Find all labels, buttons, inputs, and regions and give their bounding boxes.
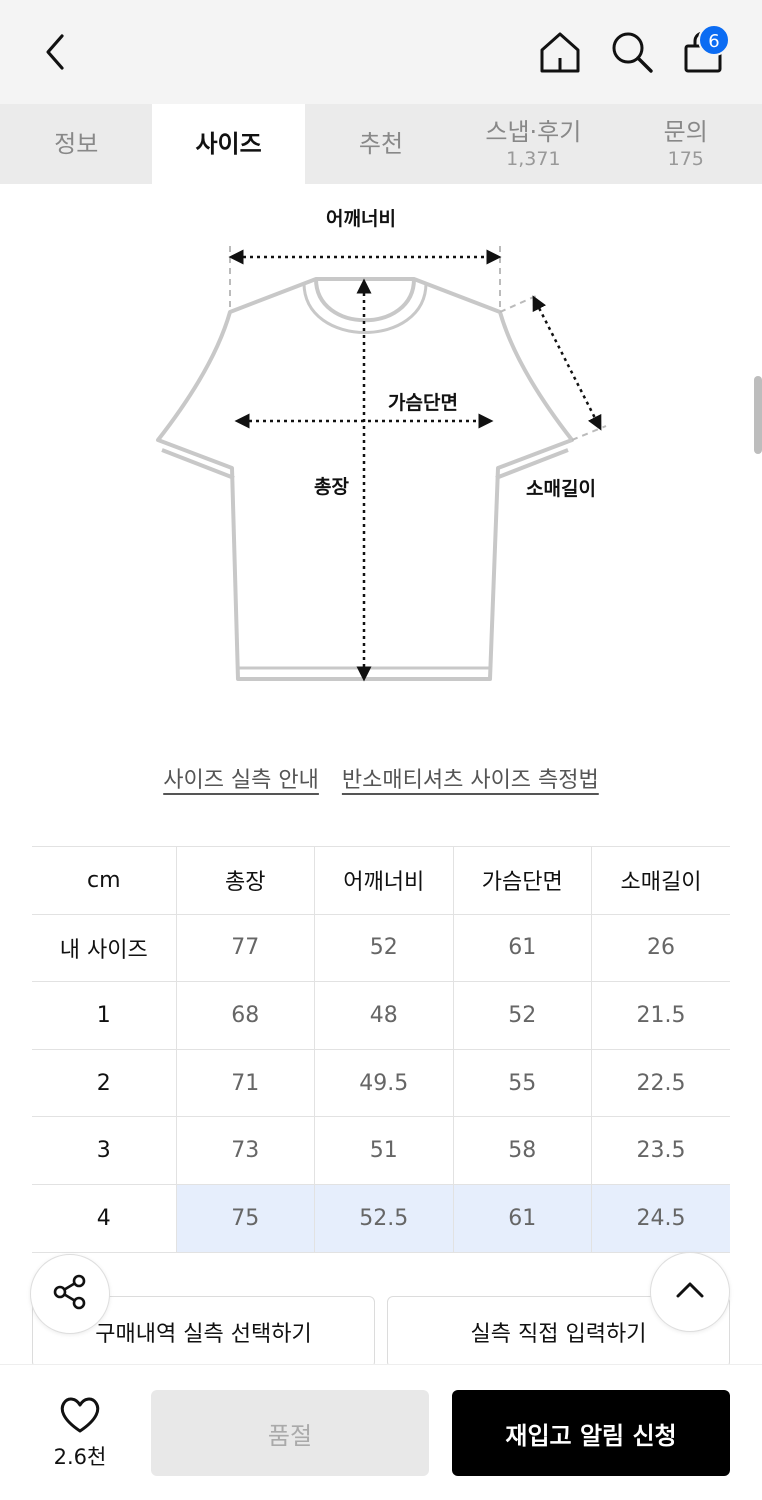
shoulder-width-label: 어깨너비 [326, 208, 396, 230]
tshirt-diagram-graphic [156, 246, 607, 682]
chevron-up-icon [672, 1272, 708, 1312]
table-cell: 49.5 [314, 1048, 453, 1117]
scrollbar-thumb[interactable] [754, 376, 762, 454]
tab-label: 사이즈 [195, 130, 262, 158]
heart-icon [58, 1397, 102, 1439]
cart-count-badge: 6 [698, 24, 730, 56]
table-cell: 22.5 [591, 1048, 730, 1117]
tab-info[interactable]: 정보 [0, 104, 152, 184]
share-icon [50, 1272, 90, 1316]
table-cell: 61 [452, 913, 592, 982]
home-icon[interactable] [536, 28, 584, 76]
scroll-to-top-button[interactable] [650, 1252, 730, 1332]
table-cell: 68 [175, 981, 315, 1050]
bottom-action-bar: 2.6천 품절 재입고 알림 신청 [0, 1364, 762, 1500]
table-cell: 21.5 [591, 981, 730, 1050]
table-cell: 58 [452, 1116, 592, 1185]
table-cell: 61 [452, 1183, 592, 1253]
table-cell: 52.5 [314, 1183, 453, 1253]
size-table: cm 총장 어깨너비 가슴단면 소매길이 내 사이즈 77 52 61 26 1… [32, 846, 730, 1253]
table-row: 3 73 51 58 23.5 [32, 1116, 730, 1185]
table-row-my-size: 내 사이즈 77 52 61 26 [32, 913, 730, 982]
table-cell: 23.5 [591, 1116, 730, 1185]
tab-label: 정보 [54, 130, 99, 158]
table-cell: 77 [175, 913, 315, 982]
tab-inquiry[interactable]: 문의 175 [610, 104, 762, 184]
like-count: 2.6천 [53, 1445, 107, 1469]
sleeve-length-label: 소매길이 [526, 478, 596, 500]
table-cell: 73 [175, 1116, 315, 1185]
size-diagram: 어깨너비 가슴단면 총장 소매길이 [0, 184, 762, 724]
table-cell: 71 [175, 1048, 315, 1117]
row-label: 내 사이즈 [32, 913, 176, 982]
search-icon[interactable] [608, 28, 656, 76]
tab-snap-review[interactable]: 스냅·후기 1,371 [457, 104, 609, 184]
table-cell: 48 [314, 981, 453, 1050]
total-length-label: 총장 [314, 476, 349, 498]
row-label: 2 [32, 1048, 176, 1117]
table-cell: 24.5 [591, 1183, 730, 1253]
tab-recommend[interactable]: 추천 [305, 104, 457, 184]
chest-width-label: 가슴단면 [388, 392, 458, 414]
table-header: 소매길이 [591, 846, 730, 915]
tab-label: 스냅·후기 [485, 118, 582, 146]
size-guide-links: 사이즈 실측 안내 반소매티셔츠 사이즈 측정법 [0, 762, 762, 794]
tab-count: 1,371 [506, 148, 561, 170]
table-row-highlighted: 4 75 52.5 61 24.5 [32, 1183, 730, 1253]
row-label: 3 [32, 1116, 176, 1185]
table-header: 가슴단면 [452, 846, 592, 915]
table-row: 1 68 48 52 21.5 [32, 981, 730, 1050]
table-header: cm [32, 846, 176, 915]
table-cell: 51 [314, 1116, 453, 1185]
table-header: 어깨너비 [314, 846, 453, 915]
table-cell: 75 [175, 1183, 315, 1253]
table-row: 2 71 49.5 55 22.5 [32, 1048, 730, 1117]
sold-out-button: 품절 [151, 1390, 429, 1476]
tab-label: 추천 [358, 130, 404, 158]
table-cell: 52 [452, 981, 592, 1050]
tab-label: 문의 [663, 118, 708, 146]
size-guide-link[interactable]: 사이즈 실측 안내 [163, 768, 319, 793]
row-label: 4 [32, 1183, 176, 1253]
row-label: 1 [32, 981, 176, 1050]
like-button[interactable]: 2.6천 [30, 1395, 130, 1471]
product-tabs: 정보 사이즈 추천 스냅·후기 1,371 문의 175 [0, 104, 762, 184]
restock-alert-button[interactable]: 재입고 알림 신청 [452, 1390, 730, 1476]
table-header: 총장 [175, 846, 315, 915]
tab-size[interactable]: 사이즈 [152, 104, 305, 184]
table-cell: 26 [591, 913, 730, 982]
table-cell: 55 [452, 1048, 592, 1117]
top-navigation-bar: 6 [0, 0, 762, 104]
table-header-row: cm 총장 어깨너비 가슴단면 소매길이 [32, 846, 730, 915]
tab-count: 175 [667, 148, 704, 170]
back-arrow-icon[interactable] [36, 30, 76, 74]
table-cell: 52 [314, 913, 453, 982]
share-button[interactable] [30, 1254, 110, 1334]
measurement-method-link[interactable]: 반소매티셔츠 사이즈 측정법 [342, 768, 599, 793]
